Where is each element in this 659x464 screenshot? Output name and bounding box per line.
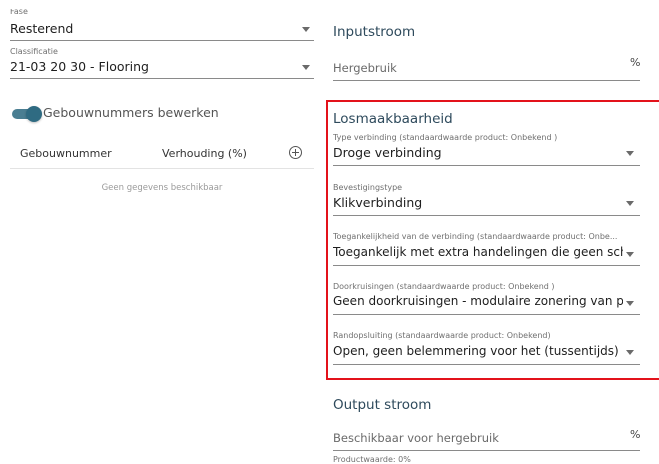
randopsluiting-label: Randopsluiting (standaardwaarde product:… [333,331,551,340]
fase-chevron-down-icon[interactable] [302,27,310,32]
hergebruik-underline [333,80,640,81]
classificatie-chevron-down-icon[interactable] [302,65,310,70]
fase-label: Fase [10,9,28,16]
type-verbinding-underline [333,165,640,166]
table-header-gebouwnummer[interactable]: Gebouwnummer [20,147,112,160]
doorkruisingen-value[interactable]: Geen doorkruisingen - modulaire zonering… [333,294,623,308]
doorkruisingen-label: Doorkruisingen (standaardwaarde product:… [333,282,555,291]
fase-select-value[interactable]: Resterend [10,21,73,36]
classificatie-select-value[interactable]: 21-03 20 30 - Flooring [10,59,149,74]
doorkruisingen-chevron-down-icon[interactable] [626,301,634,306]
bevestigingstype-value[interactable]: Klikverbinding [333,195,623,210]
classificatie-underline [10,78,314,79]
beschikbaar-unit: % [630,428,641,441]
table-header-verhouding[interactable]: Verhouding (%) [162,147,247,160]
toggle-label: Gebouwnummers bewerken [43,105,219,120]
table-header-divider [10,168,314,169]
type-verbinding-label: Type verbinding (standaardwaarde product… [333,133,558,142]
randopsluiting-chevron-down-icon[interactable] [626,350,634,355]
hergebruik-input[interactable]: Hergebruik [333,61,397,75]
inputstroom-title: Inputstroom [333,24,416,40]
hergebruik-unit: % [630,56,641,69]
bevestigingstype-label: Bevestigingstype [333,183,403,192]
fase-underline [10,40,314,41]
table-empty-message: Geen gegevens beschikbaar [101,183,223,193]
beschikbaar-underline [333,450,640,451]
toegankelijkheid-value[interactable]: Toegankelijk met extra handelingen die g… [333,245,623,259]
classificatie-label: Classificatie [10,47,58,56]
toegankelijkheid-label: Toegankelijkheid van de verbinding (stan… [333,232,618,241]
type-verbinding-value[interactable]: Droge verbinding [333,145,623,160]
toggle-knob[interactable] [26,106,42,122]
losmaakbaarheid-title: Losmaakbaarheid [333,111,453,127]
add-row-plus-icon[interactable] [289,146,302,159]
bevestigingstype-underline [333,215,640,216]
type-verbinding-chevron-down-icon[interactable] [626,151,634,156]
bevestigingstype-chevron-down-icon[interactable] [626,201,634,206]
doorkruisingen-underline [333,314,640,315]
outputstroom-title: Output stroom [333,397,432,413]
toegankelijkheid-chevron-down-icon[interactable] [626,252,634,257]
beschikbaar-input[interactable]: Beschikbaar voor hergebruik [333,431,499,445]
toegankelijkheid-underline [333,265,640,266]
randopsluiting-value[interactable]: Open, geen belemmering voor het (tussent… [333,344,623,358]
randopsluiting-underline [333,364,640,365]
